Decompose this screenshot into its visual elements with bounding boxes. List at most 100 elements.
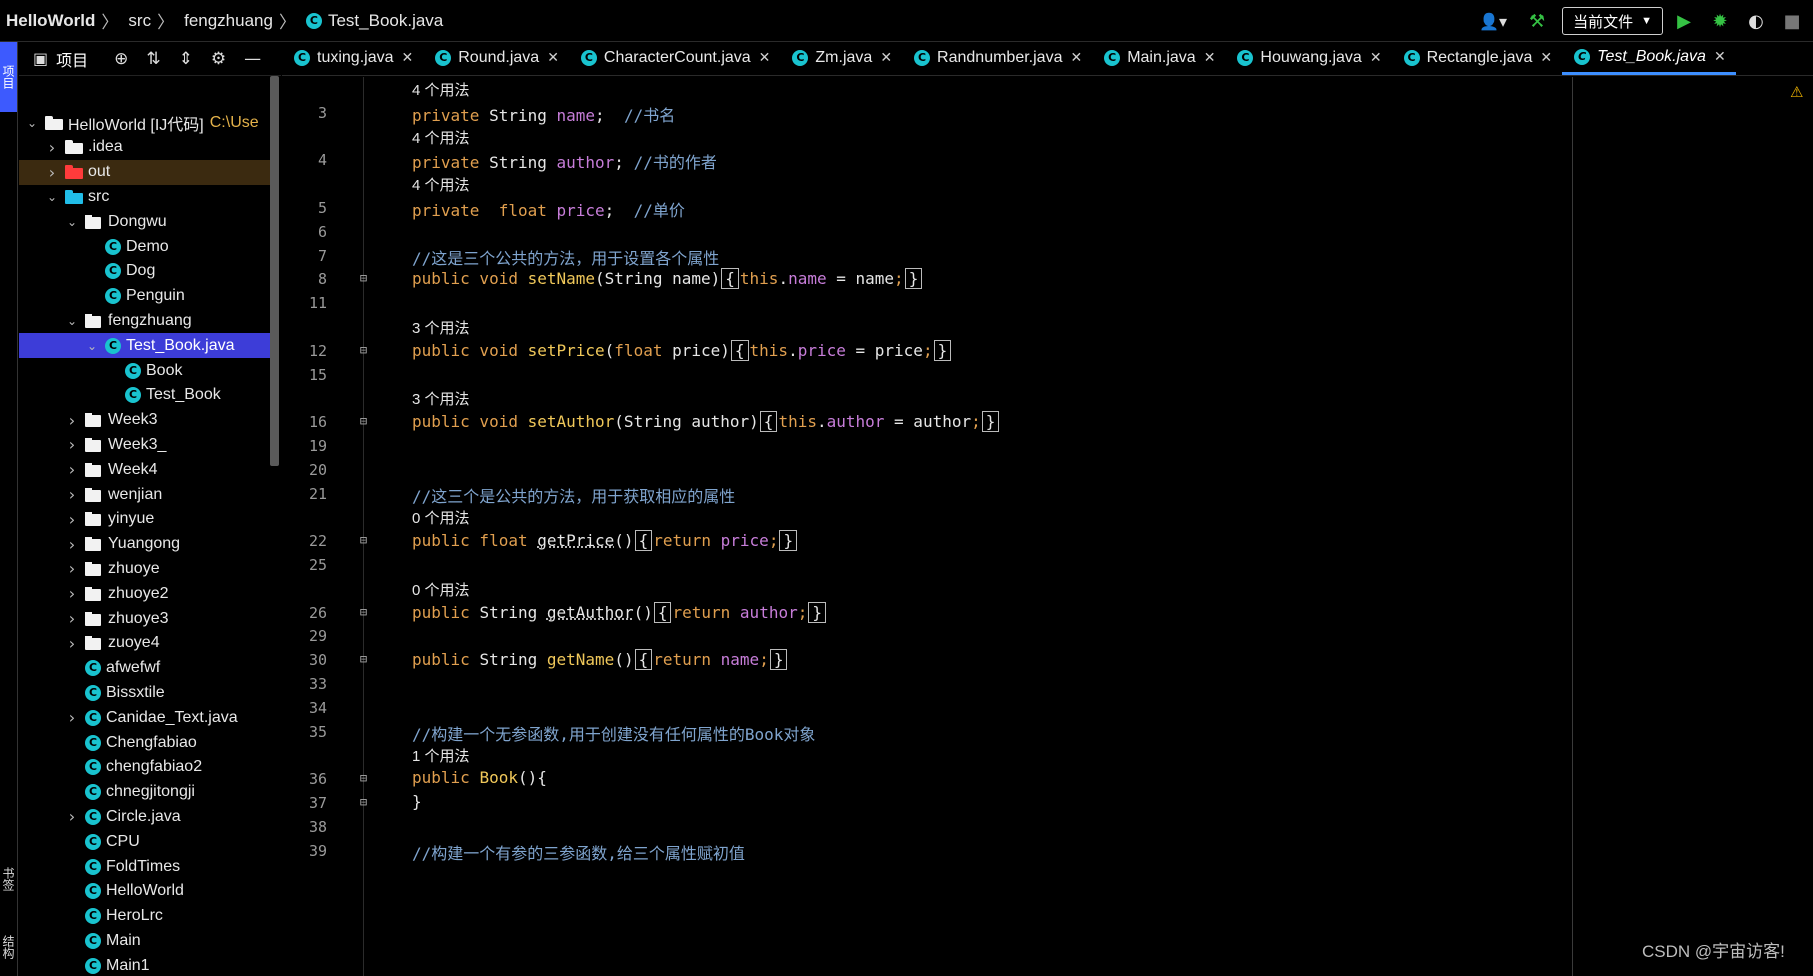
code-line[interactable]: private float price; //单价: [412, 197, 685, 221]
collapse-all-icon[interactable]: ⇕: [179, 49, 193, 69]
editor-tab[interactable]: C Zm.java ✕: [780, 41, 902, 75]
close-icon[interactable]: ✕: [1204, 50, 1216, 66]
structure-tool-tab[interactable]: 结构: [0, 922, 17, 972]
tree-item[interactable]: › C Circle.java: [19, 804, 271, 829]
code-line[interactable]: public float getPrice(){return price;}: [412, 530, 798, 552]
tree-item[interactable]: › zhuoye2: [19, 581, 271, 606]
tree-item[interactable]: › out: [19, 159, 271, 185]
gear-icon[interactable]: ⚙: [211, 49, 226, 69]
code-line[interactable]: }: [412, 792, 422, 811]
expand-all-icon[interactable]: ⇅: [146, 49, 160, 69]
code-line[interactable]: public void setAuthor(String author){thi…: [412, 411, 1000, 433]
chevron-right-icon[interactable]: ›: [65, 510, 79, 529]
tree-item[interactable]: › wenjian: [19, 482, 271, 507]
tree-item[interactable]: C Demo: [19, 234, 271, 259]
tree-item[interactable]: ⌄ HelloWorld [IJ代码] C:\Use: [19, 110, 271, 135]
code-editor[interactable]: 4 个用法 3 private String name; //书名 4 个用法 4 pri…: [282, 77, 1813, 976]
locate-icon[interactable]: ⊕: [114, 49, 128, 69]
editor-tab[interactable]: C Round.java ✕: [423, 41, 569, 75]
code-line[interactable]: public Book(){: [412, 768, 547, 787]
close-icon[interactable]: ✕: [1070, 50, 1082, 66]
tree-item[interactable]: C Book: [19, 358, 271, 383]
close-icon[interactable]: ✕: [402, 50, 414, 66]
editor-tab[interactable]: C CharacterCount.java ✕: [569, 41, 780, 75]
breadcrumb-package[interactable]: fengzhuang: [178, 11, 273, 31]
chevron-right-icon[interactable]: ›: [65, 460, 79, 479]
chevron-right-icon[interactable]: ›: [65, 435, 79, 454]
tree-item[interactable]: › zuoye4: [19, 631, 271, 656]
run-icon[interactable]: ▶: [1669, 6, 1699, 36]
editor-tab[interactable]: C Main.java ✕: [1092, 41, 1225, 75]
tree-item[interactable]: C CPU: [19, 829, 271, 854]
breadcrumb-folder[interactable]: src: [122, 11, 151, 31]
user-icon[interactable]: 👤▾: [1478, 6, 1508, 36]
tree-item[interactable]: C Test_Book: [19, 383, 271, 408]
debug-icon[interactable]: ✹: [1705, 6, 1735, 36]
editor-tab[interactable]: C Randnumber.java ✕: [902, 41, 1092, 75]
tree-item[interactable]: C Bissxtile: [19, 680, 271, 705]
chevron-right-icon[interactable]: ›: [65, 807, 79, 826]
code-line[interactable]: private String author; //书的作者: [412, 149, 717, 173]
code-line[interactable]: public void setName(String name){this.na…: [412, 268, 923, 290]
fold-toggle-icon[interactable]: ⊟: [358, 772, 369, 785]
usage-hint[interactable]: 0 个用法: [412, 579, 470, 600]
chevron-down-icon[interactable]: ⌄: [65, 314, 79, 328]
close-icon[interactable]: ✕: [880, 50, 892, 66]
fold-toggle-icon[interactable]: ⊟: [358, 653, 369, 666]
project-tool-tab[interactable]: 项目: [0, 42, 17, 112]
chevron-down-icon[interactable]: ⌄: [25, 116, 39, 130]
usage-hint[interactable]: 0 个用法: [412, 507, 470, 528]
usage-hint[interactable]: 4 个用法: [412, 79, 470, 100]
run-configuration-select[interactable]: 当前文件 ▼: [1562, 7, 1663, 35]
close-icon[interactable]: ✕: [1370, 50, 1382, 66]
tree-item[interactable]: › .idea: [19, 135, 271, 160]
close-icon[interactable]: ✕: [759, 50, 771, 66]
fold-toggle-icon[interactable]: ⊟: [358, 534, 369, 547]
fold-toggle-icon[interactable]: ⊟: [358, 796, 369, 809]
chevron-right-icon[interactable]: ›: [65, 584, 79, 603]
tree-item[interactable]: › Week3: [19, 408, 271, 433]
code-line[interactable]: public String getName(){return name;}: [412, 649, 788, 671]
close-icon[interactable]: ✕: [1540, 50, 1552, 66]
fold-toggle-icon[interactable]: ⊟: [358, 272, 369, 285]
tree-item[interactable]: C FoldTimes: [19, 854, 271, 879]
hide-panel-icon[interactable]: —: [244, 49, 261, 69]
tree-item[interactable]: › zhuoye3: [19, 606, 271, 631]
chevron-down-icon[interactable]: ⌄: [45, 190, 59, 204]
tree-item[interactable]: › C Canidae_Text.java: [19, 705, 271, 730]
usage-hint[interactable]: 1 个用法: [412, 745, 470, 766]
chevron-right-icon[interactable]: ›: [45, 138, 59, 157]
tree-item[interactable]: ⌄ src: [19, 184, 271, 209]
chevron-right-icon[interactable]: ›: [65, 411, 79, 430]
build-hammer-icon[interactable]: ⚒: [1522, 6, 1552, 36]
code-line[interactable]: public void setPrice(float price){this.p…: [412, 339, 952, 361]
code-line[interactable]: //构建一个无参函数,用于创建没有任何属性的Book对象: [412, 721, 815, 745]
tree-item[interactable]: C Penguin: [19, 284, 271, 309]
tree-item[interactable]: C Chengfabiao: [19, 730, 271, 755]
breadcrumb-project[interactable]: HelloWorld: [0, 11, 95, 31]
tree-item[interactable]: › Week3_: [19, 432, 271, 457]
tree-item[interactable]: C Main1: [19, 953, 271, 976]
code-line[interactable]: //这是三个公共的方法，用于设置各个属性: [412, 245, 719, 269]
breadcrumb-file[interactable]: C Test_Book.java: [300, 11, 443, 31]
close-icon[interactable]: ✕: [1714, 49, 1726, 65]
fold-toggle-icon[interactable]: ⊟: [358, 415, 369, 428]
tree-item[interactable]: › yinyue: [19, 507, 271, 532]
usage-hint[interactable]: 3 个用法: [412, 317, 470, 338]
chevron-right-icon[interactable]: ›: [65, 708, 79, 727]
tree-item[interactable]: C Dog: [19, 259, 271, 284]
chevron-down-icon[interactable]: ⌄: [65, 215, 79, 229]
project-panel-scrollbar[interactable]: [270, 76, 279, 466]
chevron-down-icon[interactable]: ⌄: [85, 339, 99, 353]
tree-item[interactable]: Cchnegjitongji: [19, 780, 271, 805]
tree-item[interactable]: › zhuoye: [19, 556, 271, 581]
usage-hint[interactable]: 4 个用法: [412, 127, 470, 148]
tree-item[interactable]: C Main: [19, 928, 271, 953]
tree-item[interactable]: Cchengfabiao2: [19, 755, 271, 780]
tree-item[interactable]: C HelloWorld: [19, 879, 271, 904]
code-line[interactable]: //构建一个有参的三参函数,给三个属性赋初值: [412, 840, 745, 864]
chevron-right-icon[interactable]: ›: [65, 609, 79, 628]
warning-icon[interactable]: ⚠: [1790, 83, 1803, 101]
editor-tab[interactable]: C Rectangle.java ✕: [1392, 41, 1563, 75]
editor-tab[interactable]: C Test_Book.java ✕: [1562, 41, 1736, 75]
